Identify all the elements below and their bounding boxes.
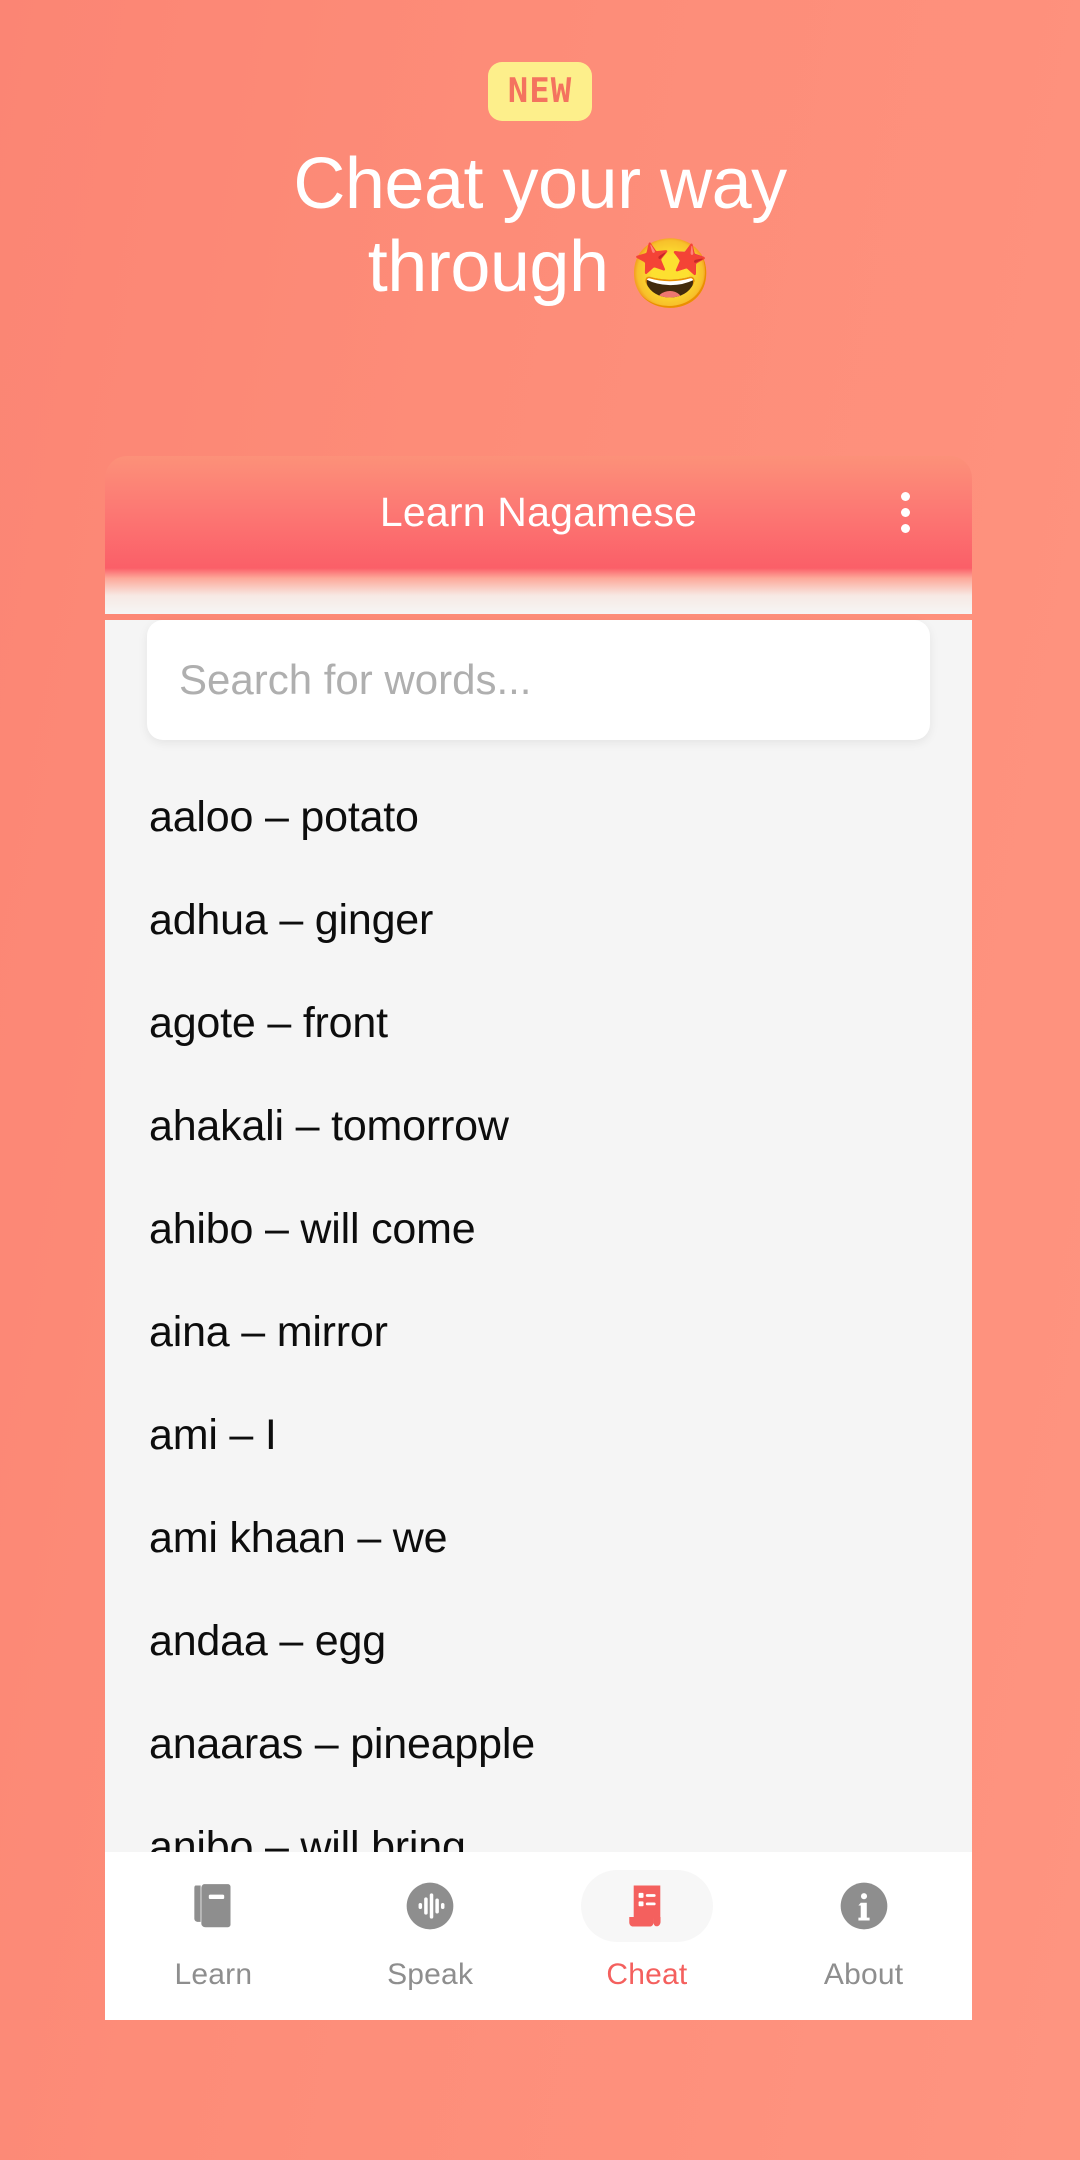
app-bar-fade: [105, 568, 972, 614]
promo-header: NEW Cheat your way through 🤩: [0, 0, 1080, 313]
list-item[interactable]: ahibo – will come: [147, 1178, 930, 1281]
bottom-navigation: Learn Speak Cheat About: [105, 1852, 972, 2020]
nav-item-cheat[interactable]: Cheat: [539, 1870, 756, 1992]
info-icon: [840, 1882, 887, 1930]
nav-item-speak[interactable]: Speak: [322, 1870, 539, 1992]
list-item[interactable]: ami khaan – we: [147, 1487, 930, 1590]
star-struck-emoji-icon: 🤩: [628, 235, 713, 312]
nav-label-speak: Speak: [387, 1958, 474, 1991]
list-item[interactable]: andaa – egg: [147, 1590, 930, 1693]
list-item[interactable]: ahakali – tomorrow: [147, 1075, 930, 1178]
promo-headline: Cheat your way through 🤩: [0, 143, 1080, 313]
list-item[interactable]: agote – front: [147, 972, 930, 1075]
promo-headline-line1: Cheat your way: [293, 144, 787, 224]
more-vert-dot: [900, 507, 910, 517]
nav-icon-wrap-speak: [364, 1870, 496, 1942]
word-list[interactable]: aaloo – potato adhua – ginger agote – fr…: [147, 766, 930, 1899]
waveform-icon: [406, 1882, 454, 1930]
list-item[interactable]: adhua – ginger: [147, 869, 930, 972]
app-bar-title: Learn Nagamese: [379, 488, 698, 535]
list-item[interactable]: aaloo – potato: [147, 766, 930, 869]
promo-headline-line2: through: [367, 226, 609, 307]
new-badge: NEW: [487, 62, 593, 121]
phone-frame: Learn Nagamese aaloo – potato adhua – gi…: [105, 456, 972, 2160]
cheatsheet-icon: [629, 1885, 661, 1927]
list-item[interactable]: aina – mirror: [147, 1281, 930, 1384]
more-vert-icon[interactable]: [882, 489, 928, 535]
books-icon: [194, 1884, 231, 1928]
more-vert-dot: [900, 491, 910, 501]
list-item[interactable]: ami – I: [147, 1384, 930, 1487]
more-vert-dot: [900, 523, 910, 533]
list-item[interactable]: anaaras – pineapple: [147, 1693, 930, 1796]
app-bar: Learn Nagamese: [105, 456, 972, 568]
cheat-sheet-screen: aaloo – potato adhua – ginger agote – fr…: [105, 620, 972, 2020]
nav-icon-wrap-cheat: [580, 1870, 713, 1942]
nav-item-about[interactable]: About: [755, 1870, 972, 1992]
nav-label-learn: Learn: [174, 1958, 253, 1991]
nav-label-cheat: Cheat: [606, 1958, 688, 1991]
search-box[interactable]: [147, 620, 930, 740]
nav-icon-wrap-learn: [147, 1870, 279, 1942]
nav-item-learn[interactable]: Learn: [105, 1870, 322, 1992]
search-input[interactable]: [179, 656, 898, 704]
nav-icon-wrap-about: [798, 1870, 930, 1942]
nav-label-about: About: [823, 1958, 904, 1991]
